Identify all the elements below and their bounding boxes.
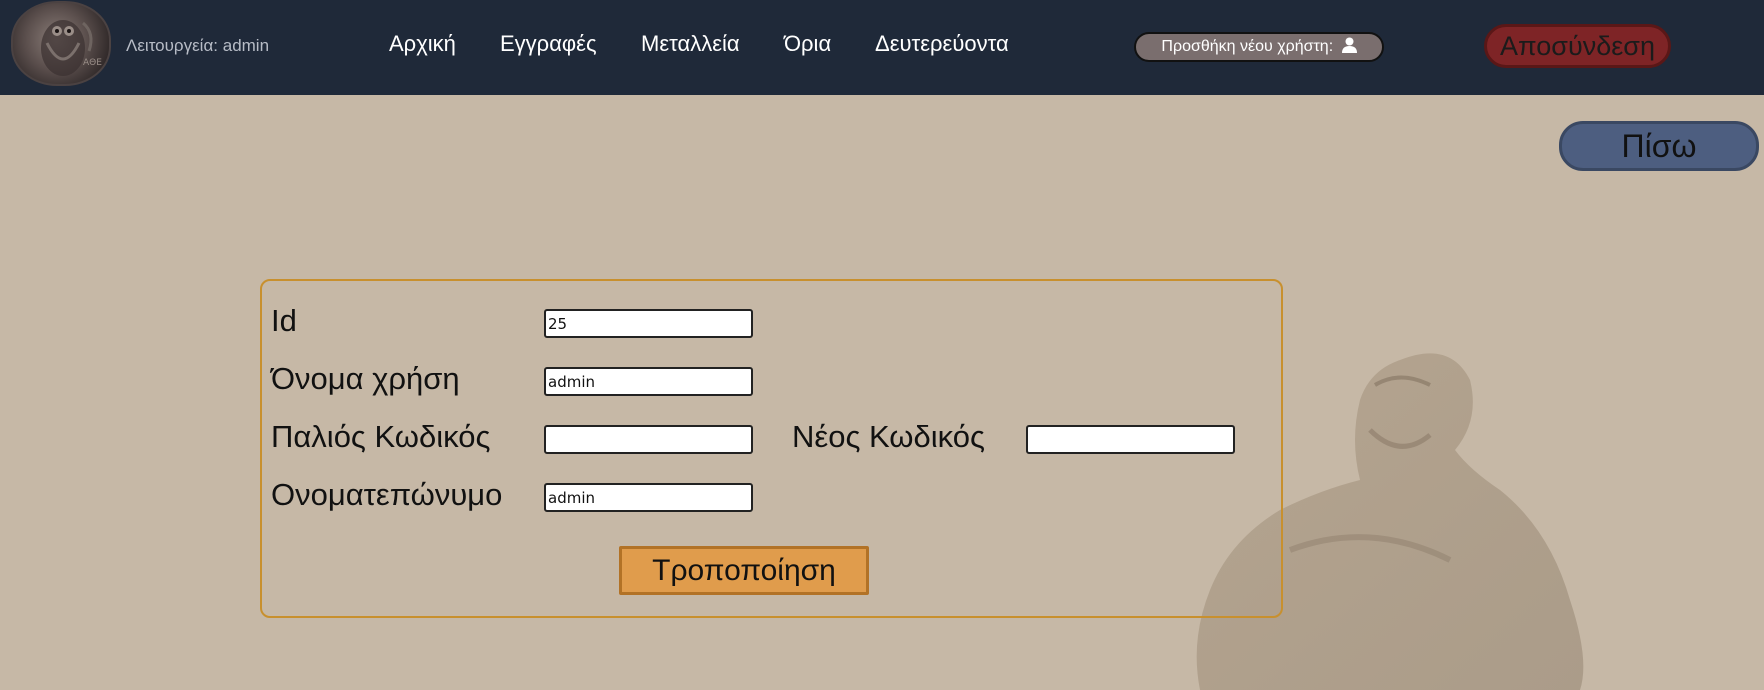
nav-home[interactable]: Αρχική (389, 31, 456, 57)
logout-button[interactable]: Αποσύνδεση (1484, 24, 1671, 68)
fullname-field[interactable] (544, 483, 753, 512)
back-button[interactable]: Πίσω (1559, 121, 1759, 171)
owl-coin-logo: ΑΘΕ (11, 1, 111, 86)
new-password-field[interactable] (1026, 425, 1235, 454)
add-user-label: Προσθήκη νέου χρήστη: (1161, 38, 1334, 55)
id-label: Id (271, 303, 297, 338)
add-user-button[interactable]: Προσθήκη νέου χρήστη: (1134, 32, 1384, 62)
username-field[interactable] (544, 367, 753, 396)
fullname-label: Ονοματεπώνυμο (271, 477, 503, 512)
top-navigation-bar: ΑΘΕ Λειτουργεία: admin Αρχική Εγγραφές Μ… (0, 0, 1764, 95)
modify-button[interactable]: Τροποποίηση (619, 546, 869, 595)
nav-records[interactable]: Εγγραφές (500, 31, 597, 57)
mode-label: Λειτουργεία: admin (126, 36, 270, 55)
user-icon (1341, 36, 1357, 62)
new-password-label: Νέος Κωδικός (792, 419, 985, 454)
nav-secondary[interactable]: Δευτερεύοντα (875, 31, 1009, 57)
username-label: Όνομα χρήση (271, 361, 460, 396)
old-password-label: Παλιός Κωδικός (271, 419, 491, 454)
old-password-field[interactable] (544, 425, 753, 454)
nav-limits[interactable]: Όρια (784, 31, 831, 57)
nav-mines[interactable]: Μεταλλεία (641, 31, 740, 57)
svg-text:ΑΘΕ: ΑΘΕ (83, 58, 102, 68)
id-field[interactable] (544, 309, 753, 338)
